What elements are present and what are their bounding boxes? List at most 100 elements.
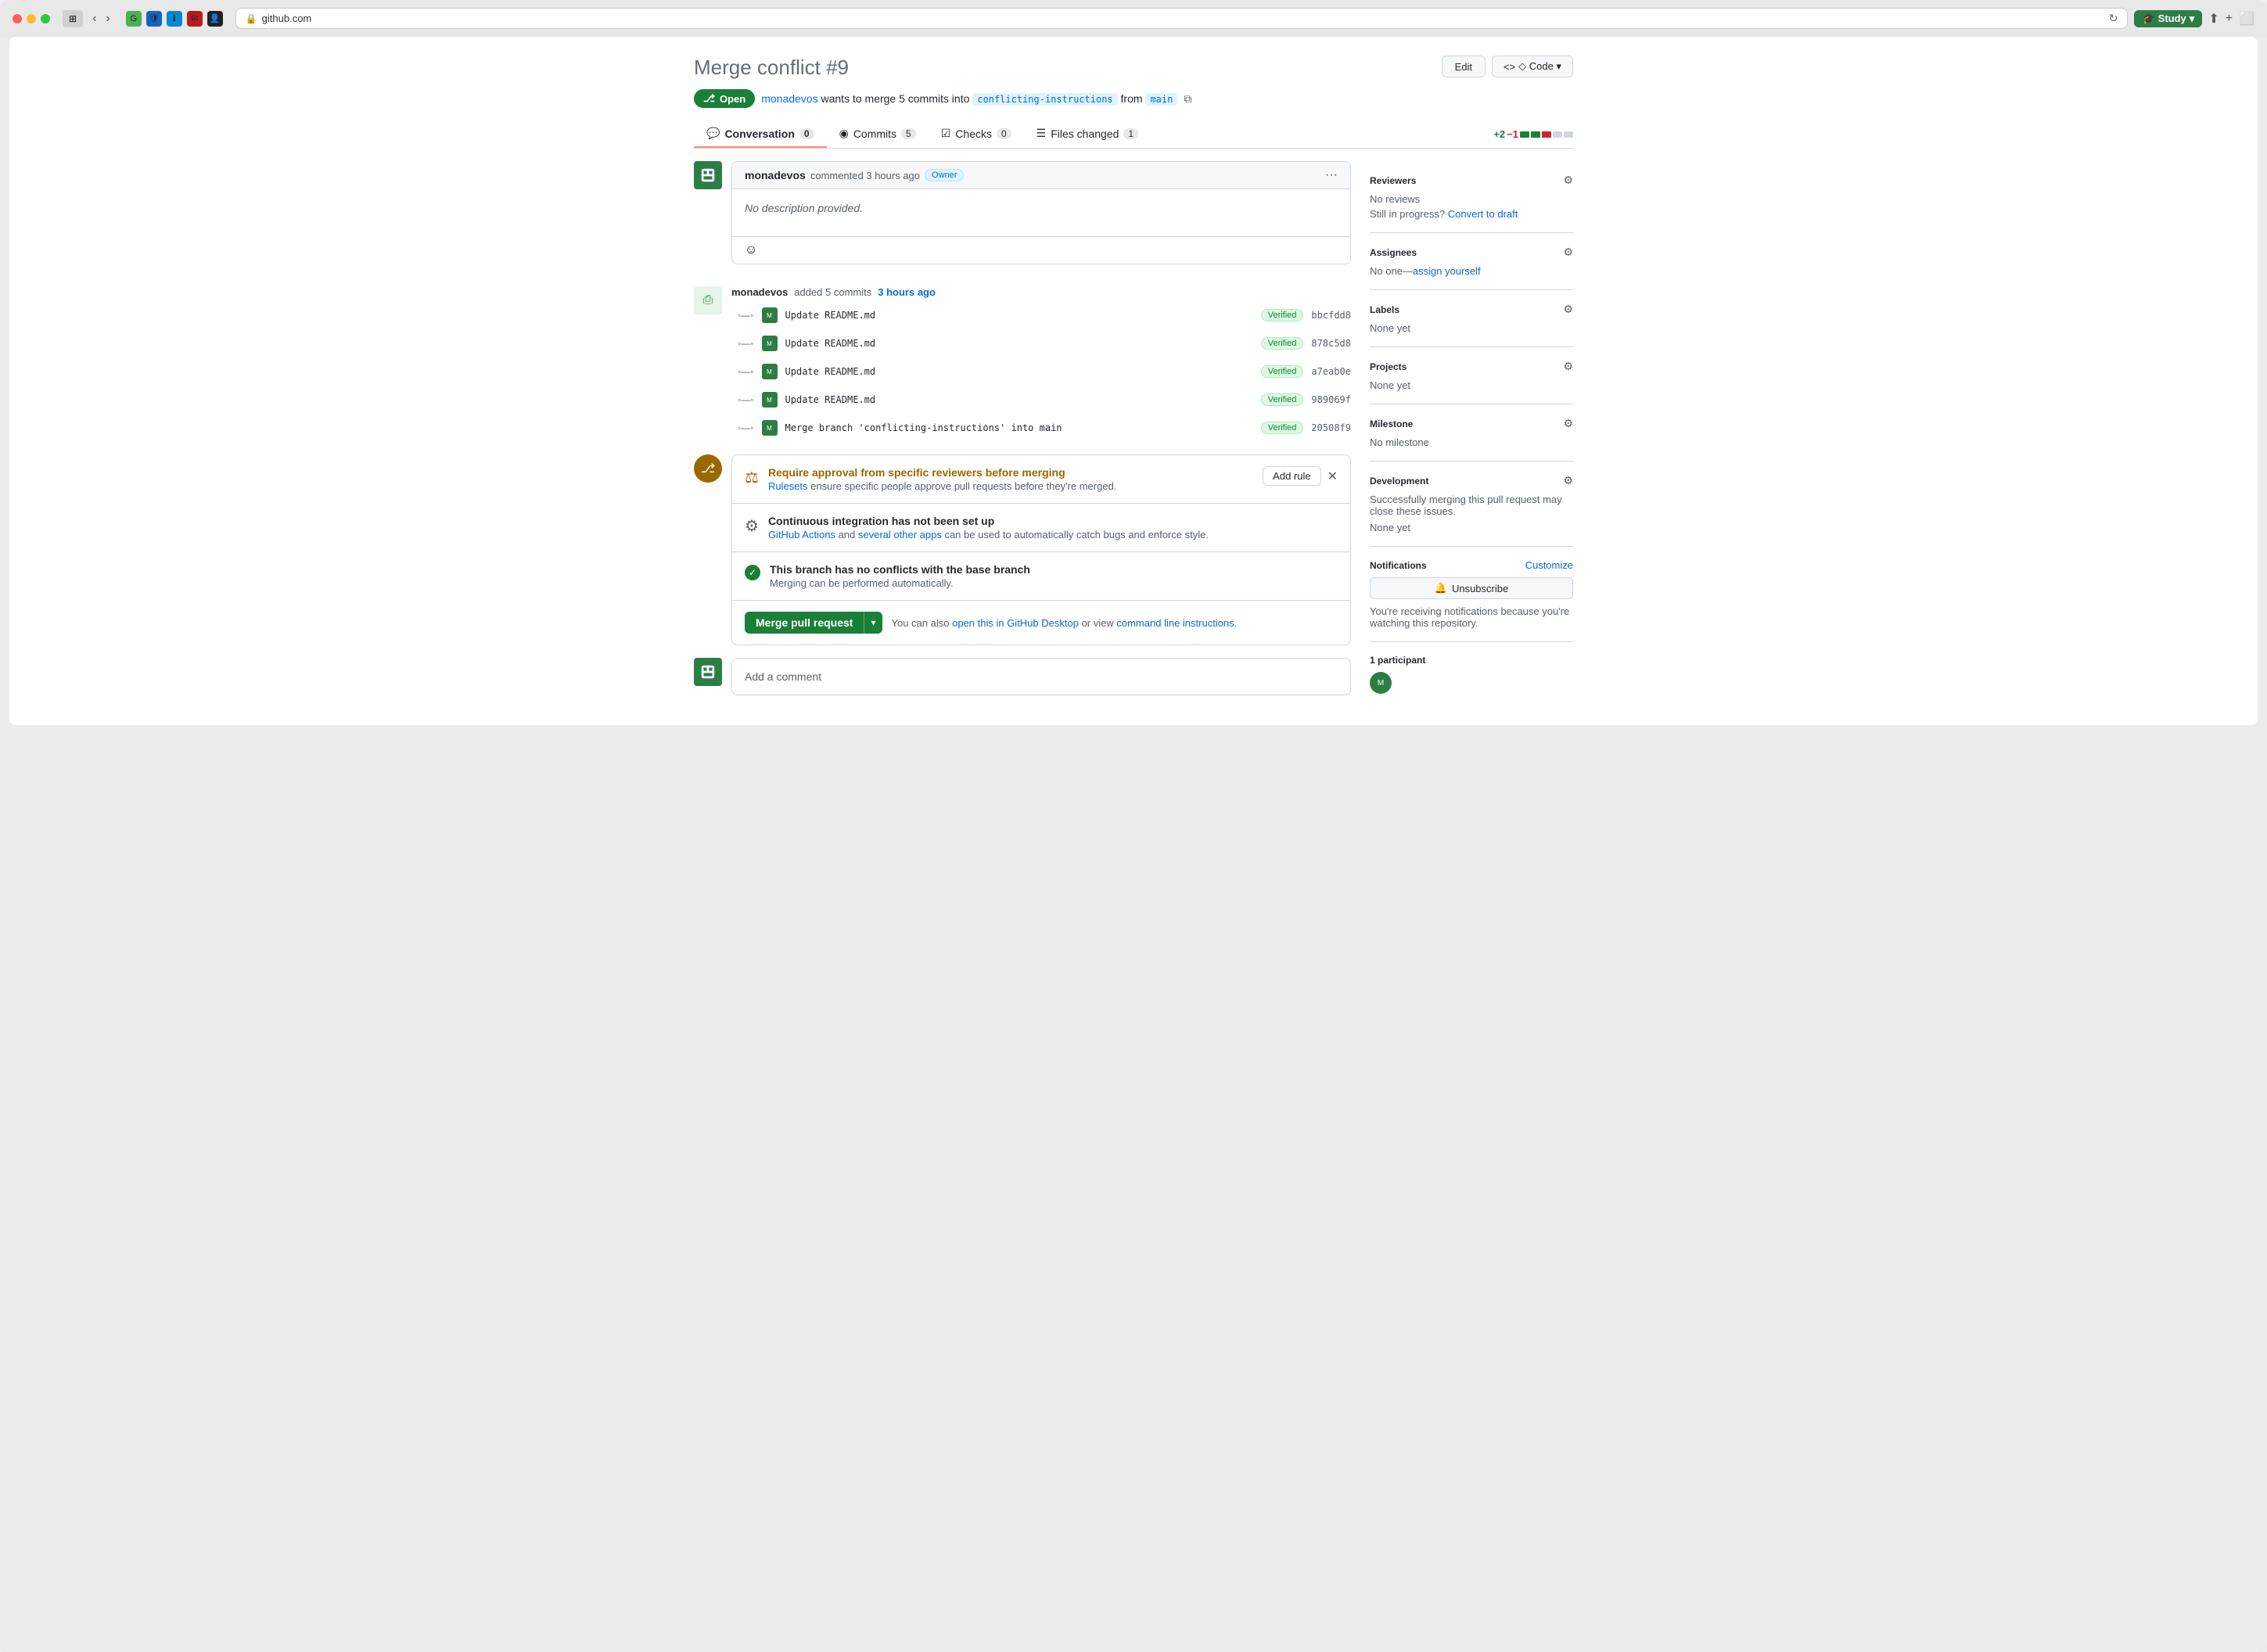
forward-btn[interactable]: ›	[102, 10, 113, 27]
commit-hash-3: a7eab0e	[1311, 366, 1351, 377]
back-btn[interactable]: ‹	[89, 10, 99, 27]
code-button[interactable]: <> ◇ Code ▾	[1492, 56, 1573, 77]
rulesets-title: Require approval from specific reviewers…	[768, 466, 1253, 479]
study-badge[interactable]: 🎓 Study ▾	[2134, 10, 2202, 27]
emoji-button[interactable]: ☺	[745, 243, 757, 257]
commit-avatar-5: M	[762, 420, 778, 436]
new-tab-btn[interactable]: +	[2226, 12, 2233, 26]
reviewers-header: Reviewers ⚙	[1370, 174, 1573, 187]
commit-badge-1: Verified	[1261, 309, 1304, 321]
pr-meta-text: monadevos wants to merge 5 commits into …	[761, 92, 1177, 105]
ext-mail-icon[interactable]: ✉	[187, 11, 203, 27]
check-card: ⚖ Require approval from specific reviewe…	[731, 454, 1351, 645]
address-bar[interactable]: 🔒 github.com ↻	[235, 8, 2129, 29]
commit-msg-2: Update README.md	[785, 338, 1253, 349]
sidebar-toggle-btn[interactable]: ⊞	[63, 10, 83, 27]
github-actions-link[interactable]: GitHub Actions	[768, 529, 835, 540]
traffic-light-red[interactable]	[13, 14, 22, 23]
check-item-rulesets: ⚖ Require approval from specific reviewe…	[732, 455, 1350, 504]
unsubscribe-button[interactable]: 🔔 Unsubscribe	[1370, 577, 1573, 599]
tab-commits[interactable]: ◉ Commits 5	[827, 120, 929, 148]
commits-icon: ◉	[839, 127, 849, 140]
assignees-value: No one—assign yourself	[1370, 265, 1573, 277]
traffic-light-green[interactable]	[41, 14, 50, 23]
commits-content: monadevos added 5 commits 3 hours ago ◦—…	[731, 286, 1351, 442]
sidebar-section-development: Development ⚙ Successfully merging this …	[1370, 461, 1573, 547]
ext-grammarly-icon[interactable]: G	[126, 11, 142, 27]
watching-text: You're receiving notifications because y…	[1370, 605, 1573, 629]
target-branch[interactable]: conflicting-instructions	[972, 93, 1117, 106]
diff-seg-5	[1564, 131, 1573, 138]
checks-icon: ☑	[941, 127, 951, 140]
commit-avatar-4: M	[762, 392, 778, 408]
development-gear-btn[interactable]: ⚙	[1563, 474, 1573, 487]
customize-link[interactable]: Customize	[1525, 559, 1573, 571]
rulesets-desc: Rulesets ensure specific people approve …	[768, 480, 1253, 492]
projects-gear-btn[interactable]: ⚙	[1563, 360, 1573, 373]
commit-badge-5: Verified	[1261, 422, 1304, 434]
commit-avatar-2: M	[762, 336, 778, 351]
comment-action: commented 3 hours ago	[810, 170, 920, 181]
merge-section: ⎇ ⚖ Require approval from specific revie…	[694, 454, 1351, 645]
comment-menu-btn[interactable]: ···	[1325, 168, 1338, 182]
refresh-btn[interactable]: ↻	[2109, 12, 2118, 25]
labels-header: Labels ⚙	[1370, 303, 1573, 316]
convert-to-draft-link[interactable]: Convert to draft	[1448, 208, 1518, 220]
reviewers-value: No reviews	[1370, 193, 1573, 205]
reviewers-gear-btn[interactable]: ⚙	[1563, 174, 1573, 187]
tabs-btn[interactable]: ⬜	[2239, 11, 2254, 27]
other-apps-link[interactable]: several other apps	[858, 529, 942, 540]
ext-shield-icon[interactable]: 🛡	[146, 11, 162, 27]
diff-seg-4	[1553, 131, 1562, 138]
milestone-header: Milestone ⚙	[1370, 417, 1573, 430]
commit-list: ◦—◦ M Update README.md Verified bbcfdd8 …	[738, 307, 1351, 442]
milestone-gear-btn[interactable]: ⚙	[1563, 417, 1573, 430]
tab-checks[interactable]: ☑ Checks 0	[929, 120, 1024, 148]
pr-header-actions: Edit <> ◇ Code ▾	[1442, 56, 1573, 77]
merge-icon: ⎇	[703, 92, 715, 105]
sidebar-section-participants: 1 participant M	[1370, 642, 1573, 706]
sidebar-section-labels: Labels ⚙ None yet	[1370, 290, 1573, 347]
command-line-link[interactable]: command line instructions	[1116, 617, 1234, 629]
traffic-light-yellow[interactable]	[27, 14, 36, 23]
comment-author: monadevos	[745, 169, 806, 181]
merge-dropdown-button[interactable]: ▾	[864, 612, 882, 634]
merge-pull-request-button[interactable]: Merge pull request	[745, 612, 864, 634]
owner-badge: Owner	[925, 169, 964, 181]
traffic-lights	[13, 14, 50, 23]
commit-msg-3: Update README.md	[785, 366, 1253, 377]
conversation-count: 0	[799, 128, 814, 139]
comment-box: monadevos commented 3 hours ago Owner ··…	[731, 161, 1351, 264]
close-check-btn[interactable]: ✕	[1328, 469, 1338, 484]
edit-button[interactable]: Edit	[1442, 56, 1486, 77]
sidebar: Reviewers ⚙ No reviews Still in progress…	[1370, 161, 1573, 706]
code-label: ◇ Code ▾	[1518, 60, 1561, 73]
copy-branch-btn[interactable]: ⧉	[1184, 92, 1191, 106]
add-comment-input[interactable]: Add a comment	[731, 658, 1351, 695]
add-rule-button[interactable]: Add rule	[1263, 466, 1320, 486]
commits-author-link[interactable]: monadevos	[731, 286, 788, 298]
rulesets-link[interactable]: Rulesets	[768, 480, 808, 492]
ext-info-icon[interactable]: ℹ	[167, 11, 182, 27]
open-github-desktop-link[interactable]: open this in GitHub Desktop	[952, 617, 1079, 629]
assign-yourself-link[interactable]: assign yourself	[1413, 265, 1481, 277]
comment-footer: ☺	[732, 236, 1350, 264]
projects-title: Projects	[1370, 361, 1407, 372]
commit-item: ◦—◦ M Update README.md Verified 989069f	[738, 392, 1351, 408]
commit-badge-3: Verified	[1261, 365, 1304, 378]
browser-navigation: ‹ ›	[89, 10, 113, 27]
still-in-progress-text: Still in progress?	[1370, 208, 1445, 220]
rulesets-desc-text: ensure specific people approve pull requ…	[810, 480, 1116, 492]
pr-author-link[interactable]: monadevos	[761, 92, 817, 105]
participants-row: M	[1370, 672, 1573, 694]
tab-conversation[interactable]: 💬 Conversation 0	[694, 120, 827, 148]
ext-ghost-icon[interactable]: 👤	[207, 11, 223, 27]
labels-gear-btn[interactable]: ⚙	[1563, 303, 1573, 316]
tab-files-changed[interactable]: ☰ Files changed 1	[1024, 120, 1151, 148]
assignees-title: Assignees	[1370, 247, 1417, 258]
commits-time-link[interactable]: 3 hours ago	[878, 286, 936, 298]
share-btn[interactable]: ⬆	[2208, 11, 2218, 27]
pr-number: #9	[826, 56, 849, 79]
source-branch[interactable]: main	[1145, 93, 1177, 106]
assignees-gear-btn[interactable]: ⚙	[1563, 246, 1573, 259]
